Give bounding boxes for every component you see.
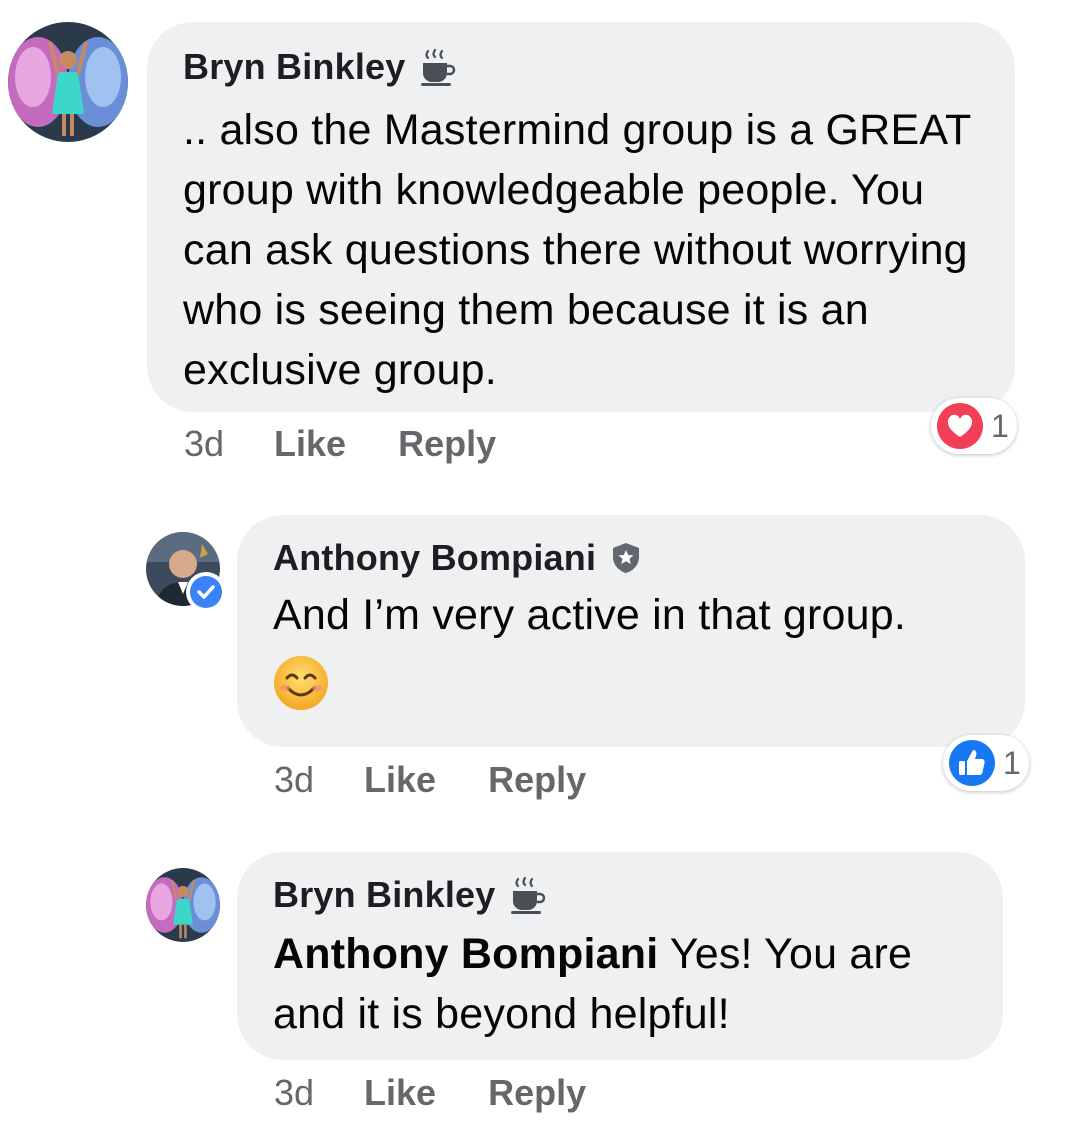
admin-shield-icon [610,541,642,575]
comment-author: Anthony Bompiani [273,537,989,579]
mention-link[interactable]: Anthony Bompiani [273,930,658,978]
comment-actions: 3d Like Reply [274,758,586,802]
author-name[interactable]: Bryn Binkley [183,46,405,88]
comment-bubble[interactable]: Bryn Binkley .. also the Mastermind grou… [147,22,1015,412]
like-reaction-icon [947,738,997,788]
reaction-count[interactable]: 1 [943,735,1029,791]
reaction-count-value: 1 [991,407,1009,444]
comment-text: Anthony Bompiani Yes! You are and it is … [273,924,973,1044]
avatar-bryn-binkley[interactable] [8,22,128,142]
avatar-image [8,22,128,142]
like-button[interactable]: Like [364,759,436,801]
avatar-bryn-binkley[interactable] [146,868,220,942]
comment-author: Bryn Binkley [273,874,967,916]
comment-time[interactable]: 3d [184,423,224,465]
avatar-image [146,868,220,942]
like-button[interactable]: Like [364,1072,436,1114]
reply-button[interactable]: Reply [398,423,496,465]
comment-text: And I’m very active in that group. [273,591,906,639]
comment-actions: 3d Like Reply [184,422,496,466]
like-button[interactable]: Like [274,423,346,465]
verified-badge-icon [186,572,226,612]
reaction-count[interactable]: 1 [931,398,1017,454]
love-reaction-icon [935,401,985,451]
author-name[interactable]: Anthony Bompiani [273,537,596,579]
comment-bubble[interactable]: Anthony Bompiani And I’m very active in … [237,515,1025,747]
comment-time[interactable]: 3d [274,1072,314,1114]
reaction-count-value: 1 [1003,744,1021,781]
smiling-face-icon [273,655,329,716]
comment-text: .. also the Mastermind group is a GREAT … [183,106,971,394]
comment-author: Bryn Binkley [183,46,979,88]
reply-button[interactable]: Reply [488,759,586,801]
coffee-cup-icon [509,875,547,915]
reply-button[interactable]: Reply [488,1072,586,1114]
author-name[interactable]: Bryn Binkley [273,874,495,916]
comment-time[interactable]: 3d [274,759,314,801]
coffee-cup-icon [419,47,457,87]
comment-actions: 3d Like Reply [274,1071,586,1115]
comment-bubble[interactable]: Bryn Binkley Anthony Bompiani Yes! You a… [237,852,1003,1060]
